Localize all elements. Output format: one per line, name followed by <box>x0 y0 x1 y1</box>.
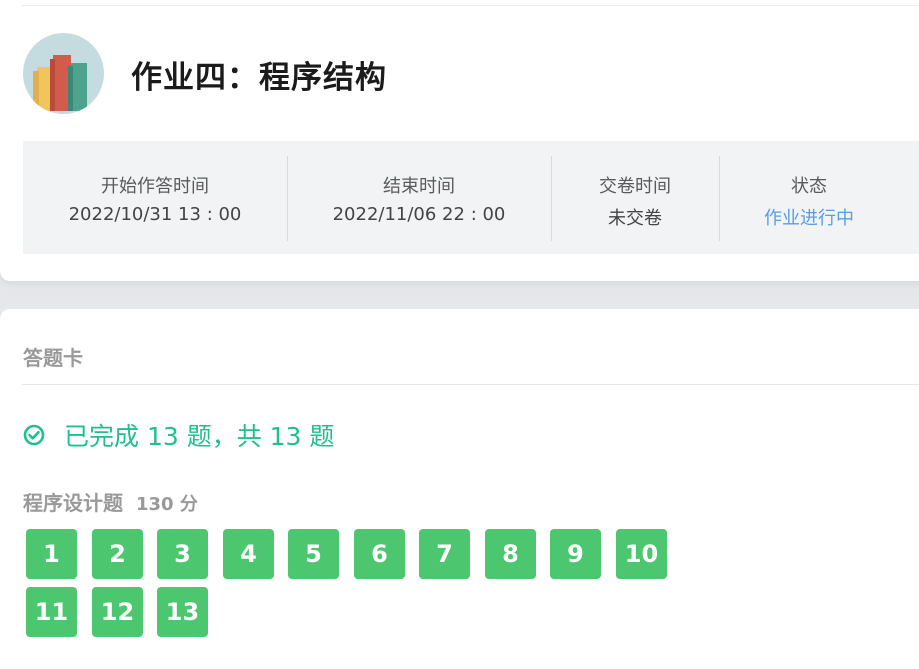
question-button-8[interactable]: 8 <box>485 529 536 579</box>
question-section-header: 程序设计题 130 分 <box>23 487 198 516</box>
question-button-2[interactable]: 2 <box>92 529 143 579</box>
assignment-title: 作业四：程序结构 <box>131 60 387 96</box>
completion-text: 已完成 13 题，共 13 题 <box>64 422 335 451</box>
completion-status: 已完成 13 题，共 13 题 <box>23 419 334 451</box>
question-button-1[interactable]: 1 <box>26 529 77 579</box>
assignment-header-card: 作业四：程序结构 开始作答时间 2022/10/31 13 : 00 结束时间 … <box>0 0 919 281</box>
end-time-value: 2022/11/06 22 : 00 <box>332 204 506 225</box>
question-button-10[interactable]: 10 <box>616 529 667 579</box>
status-cell: 状态 作业进行中 <box>719 141 899 254</box>
submit-time-value: 未交卷 <box>608 208 662 229</box>
answer-card-panel: 答题卡 已完成 13 题，共 13 题 程序设计题 130 分 12345678… <box>0 309 919 669</box>
assignment-info-bar: 开始作答时间 2022/10/31 13 : 00 结束时间 2022/11/0… <box>23 141 919 254</box>
start-time-cell: 开始作答时间 2022/10/31 13 : 00 <box>23 141 287 254</box>
question-button-11[interactable]: 11 <box>26 587 77 637</box>
question-section-name: 程序设计题 <box>23 491 123 515</box>
end-time-label: 结束时间 <box>383 176 455 197</box>
question-button-4[interactable]: 4 <box>223 529 274 579</box>
status-label: 状态 <box>791 176 827 197</box>
answer-card-title: 答题卡 <box>23 346 83 370</box>
question-button-6[interactable]: 6 <box>354 529 405 579</box>
question-section-score: 130 分 <box>136 494 198 515</box>
question-button-9[interactable]: 9 <box>550 529 601 579</box>
answer-card-divider <box>22 384 919 385</box>
question-button-12[interactable]: 12 <box>92 587 143 637</box>
start-time-label: 开始作答时间 <box>101 176 209 197</box>
submit-time-cell: 交卷时间 未交卷 <box>551 141 719 254</box>
question-button-5[interactable]: 5 <box>288 529 339 579</box>
check-circle-icon <box>23 424 45 446</box>
top-divider <box>22 5 919 6</box>
end-time-cell: 结束时间 2022/11/06 22 : 00 <box>287 141 551 254</box>
bar-chart-icon <box>33 55 87 111</box>
question-button-7[interactable]: 7 <box>419 529 470 579</box>
start-time-value: 2022/10/31 13 : 00 <box>68 204 242 225</box>
question-button-3[interactable]: 3 <box>157 529 208 579</box>
question-button-13[interactable]: 13 <box>157 587 208 637</box>
assignment-avatar <box>23 33 104 114</box>
status-value: 作业进行中 <box>764 208 854 229</box>
submit-time-label: 交卷时间 <box>599 176 671 197</box>
